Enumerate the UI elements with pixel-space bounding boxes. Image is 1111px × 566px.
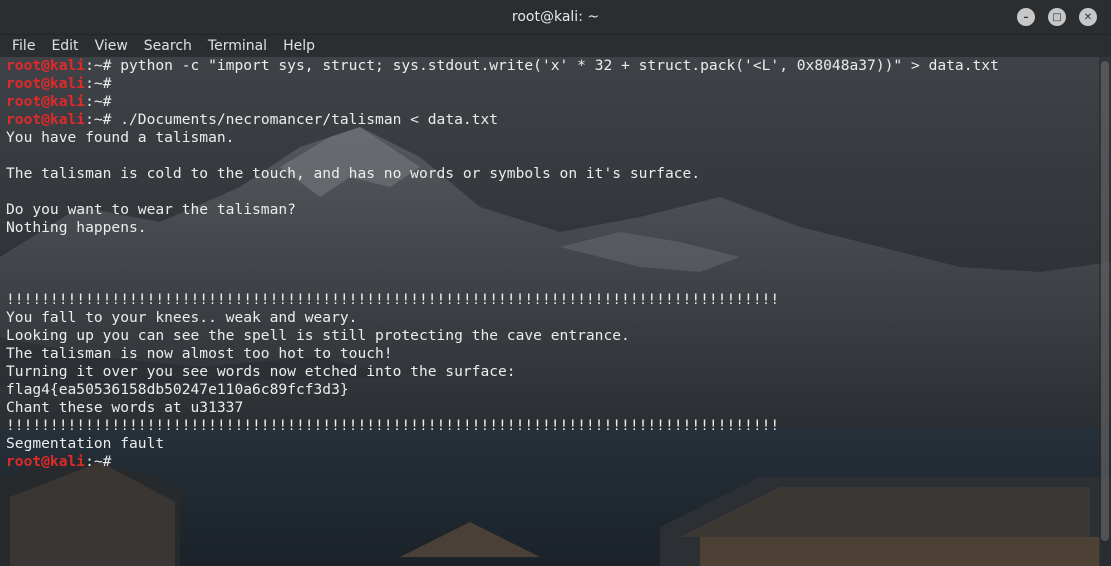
output-line: Looking up you can see the spell is stil… (6, 327, 1093, 345)
menu-bar: File Edit View Search Terminal Help (0, 35, 1111, 58)
output-line: Nothing happens. (6, 219, 1093, 237)
output-text: !!!!!!!!!!!!!!!!!!!!!!!!!!!!!!!!!!!!!!!!… (6, 291, 780, 308)
output-text: Turning it over you see words now etched… (6, 363, 516, 380)
output-text: You fall to your knees.. weak and weary. (6, 309, 358, 326)
prompt-path: :~# (85, 111, 121, 128)
menu-view[interactable]: View (87, 38, 136, 54)
minimize-icon[interactable]: – (1017, 8, 1035, 26)
output-text: Segmentation fault (6, 435, 165, 452)
window-title: root@kali: ~ (511, 9, 600, 25)
output-line: The talisman is cold to the touch, and h… (6, 165, 1093, 183)
prompt-line: root@kali:~# (6, 453, 1093, 471)
output-text: You have found a talisman. (6, 129, 235, 146)
output-line: Segmentation fault (6, 435, 1093, 453)
output-line: !!!!!!!!!!!!!!!!!!!!!!!!!!!!!!!!!!!!!!!!… (6, 417, 1093, 435)
output-line: flag4{ea50536158db50247e110a6c89fcf3d3} (6, 381, 1093, 399)
window-controls: – □ ✕ (1017, 8, 1097, 26)
output-line: The talisman is now almost too hot to to… (6, 345, 1093, 363)
output-line: !!!!!!!!!!!!!!!!!!!!!!!!!!!!!!!!!!!!!!!!… (6, 291, 1093, 309)
title-bar[interactable]: root@kali: ~ – □ ✕ (0, 0, 1111, 35)
prompt-user: root@kali (6, 93, 86, 110)
menu-file[interactable]: File (4, 38, 43, 54)
terminal-window: root@kali: ~ – □ ✕ File Edit View Search… (0, 0, 1111, 566)
prompt-line: root@kali:~# (6, 93, 1093, 111)
terminal-output: root@kali:~# python -c "import sys, stru… (6, 57, 1093, 471)
output-text: Looking up you can see the spell is stil… (6, 327, 630, 344)
maximize-icon[interactable]: □ (1048, 8, 1066, 26)
prompt-user: root@kali (6, 75, 86, 92)
terminal-scrollbar[interactable] (1099, 57, 1111, 566)
command-text: python -c "import sys, struct; sys.stdou… (120, 57, 999, 74)
prompt-line: root@kali:~# python -c "import sys, stru… (6, 57, 1093, 75)
output-text: !!!!!!!!!!!!!!!!!!!!!!!!!!!!!!!!!!!!!!!!… (6, 417, 780, 434)
scrollbar-thumb[interactable] (1101, 61, 1109, 541)
command-text: ./Documents/necromancer/talisman < data.… (120, 111, 499, 128)
prompt-user: root@kali (6, 57, 86, 74)
prompt-line: root@kali:~# (6, 75, 1093, 93)
output-text: The talisman is cold to the touch, and h… (6, 165, 701, 182)
output-text: Chant these words at u31337 (6, 399, 244, 416)
output-line: You fall to your knees.. weak and weary. (6, 309, 1093, 327)
output-text: Nothing happens. (6, 219, 147, 236)
output-line: You have found a talisman. (6, 129, 1093, 147)
output-line: Chant these words at u31337 (6, 399, 1093, 417)
terminal-area[interactable]: root@kali:~# python -c "import sys, stru… (0, 57, 1111, 566)
output-text: flag4{ea50536158db50247e110a6c89fcf3d3} (6, 381, 349, 398)
prompt-user: root@kali (6, 111, 86, 128)
prompt-path: :~# (85, 75, 121, 92)
menu-search[interactable]: Search (136, 38, 200, 54)
prompt-path: :~# (85, 57, 121, 74)
close-icon[interactable]: ✕ (1079, 8, 1097, 26)
menu-terminal[interactable]: Terminal (200, 38, 275, 54)
prompt-path: :~# (85, 453, 121, 470)
prompt-path: :~# (85, 93, 121, 110)
output-text: The talisman is now almost too hot to to… (6, 345, 393, 362)
output-line: Turning it over you see words now etched… (6, 363, 1093, 381)
prompt-user: root@kali (6, 453, 86, 470)
menu-help[interactable]: Help (275, 38, 323, 54)
output-text: Do you want to wear the talisman? (6, 201, 296, 218)
prompt-line: root@kali:~# ./Documents/necromancer/tal… (6, 111, 1093, 129)
output-line: Do you want to wear the talisman? (6, 201, 1093, 219)
menu-edit[interactable]: Edit (43, 38, 86, 54)
